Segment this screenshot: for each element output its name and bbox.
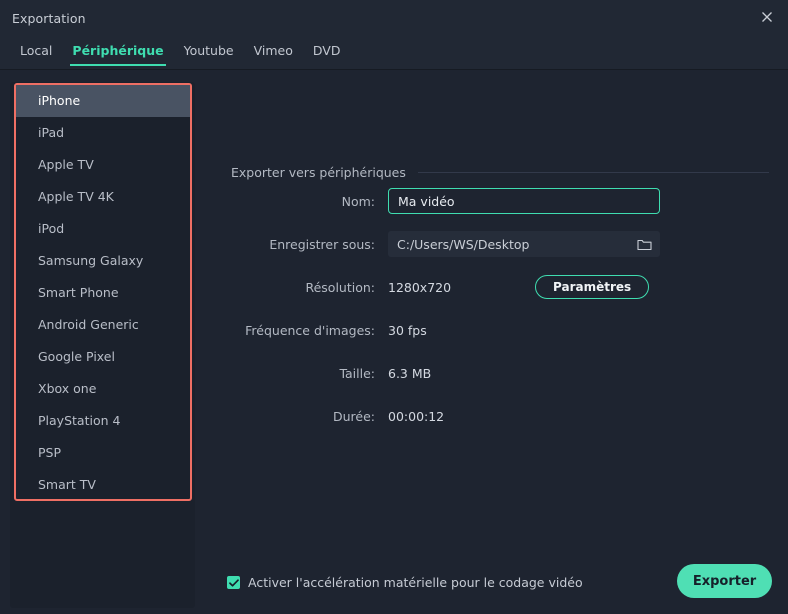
- row-size: Taille: 6.3 MB: [210, 360, 772, 386]
- export-button[interactable]: Exporter: [677, 564, 772, 598]
- row-save-as: Enregistrer sous: C:/Users/WS/Desktop: [210, 231, 772, 257]
- sidebar-item-xbox-one[interactable]: Xbox one: [16, 373, 190, 405]
- duration-value: 00:00:12: [388, 408, 445, 424]
- sidebar-item-psp[interactable]: PSP: [16, 437, 190, 469]
- row-duration: Durée: 00:00:12: [210, 403, 772, 429]
- resolution-label: Résolution:: [305, 279, 375, 295]
- sidebar-item-ipad[interactable]: iPad: [16, 117, 190, 149]
- row-name: Nom:: [210, 188, 772, 214]
- sidebar-item-playstation-4[interactable]: PlayStation 4: [16, 405, 190, 437]
- tab-peripherique[interactable]: Périphérique: [62, 36, 173, 69]
- section-title: Exporter vers périphériques: [231, 165, 406, 180]
- sidebar-item-android-generic[interactable]: Android Generic: [16, 309, 190, 341]
- settings-form: Nom: Enregistrer sous: C:/Users/WS/Deskt…: [210, 188, 772, 446]
- tab-vimeo[interactable]: Vimeo: [244, 36, 303, 69]
- section-divider: [417, 172, 769, 173]
- tab-dvd[interactable]: DVD: [303, 36, 351, 69]
- save-path-field[interactable]: C:/Users/WS/Desktop: [388, 231, 660, 257]
- save-as-label: Enregistrer sous:: [269, 236, 375, 252]
- sidebar-item-samsung-galaxy[interactable]: Samsung Galaxy: [16, 245, 190, 277]
- sidebar-item-iphone[interactable]: iPhone: [16, 85, 190, 117]
- title-bar: Exportation: [0, 0, 788, 36]
- name-label: Nom:: [341, 193, 375, 209]
- hardware-acceleration-checkbox[interactable]: Activer l'accélération matérielle pour l…: [227, 575, 583, 590]
- size-label: Taille:: [339, 365, 375, 381]
- size-value: 6.3 MB: [388, 365, 432, 381]
- settings-button[interactable]: Paramètres: [535, 275, 650, 299]
- sidebar-item-apple-tv[interactable]: Apple TV: [16, 149, 190, 181]
- folder-icon[interactable]: [637, 238, 652, 251]
- dialog-content: iPhone iPad Apple TV Apple TV 4K iPod Sa…: [0, 70, 788, 614]
- window-title: Exportation: [12, 10, 86, 26]
- dialog-footer: Activer l'accélération matérielle pour l…: [210, 558, 772, 614]
- row-resolution: Résolution: 1280x720 Paramètres: [210, 274, 772, 300]
- sidebar-item-smart-phone[interactable]: Smart Phone: [16, 277, 190, 309]
- save-path-value: C:/Users/WS/Desktop: [397, 236, 530, 252]
- tab-youtube[interactable]: Youtube: [174, 36, 244, 69]
- hardware-acceleration-label: Activer l'accélération matérielle pour l…: [248, 575, 583, 590]
- resolution-value: 1280x720: [388, 279, 452, 295]
- export-dialog: Exportation Local Périphérique Youtube V…: [0, 0, 788, 614]
- close-icon: [761, 11, 773, 23]
- tab-bar: Local Périphérique Youtube Vimeo DVD: [0, 36, 788, 70]
- framerate-label: Fréquence d'images:: [245, 322, 375, 338]
- sidebar-item-apple-tv-4k[interactable]: Apple TV 4K: [16, 181, 190, 213]
- tab-local[interactable]: Local: [10, 36, 62, 69]
- export-settings-pane: Exporter vers périphériques Nom: Enregis…: [210, 70, 772, 614]
- framerate-value: 30 fps: [388, 322, 427, 338]
- duration-label: Durée:: [332, 408, 375, 424]
- sidebar-panel: iPhone iPad Apple TV Apple TV 4K iPod Sa…: [10, 82, 195, 608]
- sidebar-item-smart-tv[interactable]: Smart TV: [16, 469, 190, 499]
- checkbox-checked-icon: [227, 576, 240, 589]
- device-list: iPhone iPad Apple TV Apple TV 4K iPod Sa…: [14, 83, 192, 501]
- row-framerate: Fréquence d'images: 30 fps: [210, 317, 772, 343]
- sidebar-item-google-pixel[interactable]: Google Pixel: [16, 341, 190, 373]
- close-button[interactable]: [752, 3, 782, 31]
- section-header: Exporter vers périphériques: [231, 165, 772, 180]
- name-input[interactable]: [388, 188, 660, 214]
- sidebar-item-ipod[interactable]: iPod: [16, 213, 190, 245]
